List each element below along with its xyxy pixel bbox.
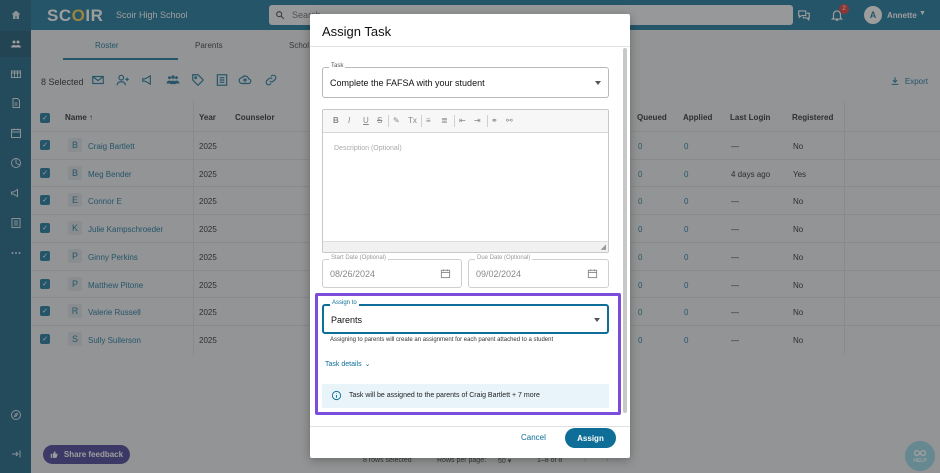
underline-icon[interactable]: U	[363, 116, 369, 125]
bullet-list-icon[interactable]: ≣	[441, 116, 448, 125]
strikethrough-icon[interactable]: S	[377, 116, 382, 125]
cancel-button[interactable]: Cancel	[521, 433, 546, 442]
assignment-info-banner: Task will be assigned to the parents of …	[322, 384, 609, 408]
assign-to-select[interactable]: Assign to Parents	[322, 300, 609, 334]
assign-to-label: Assign to	[330, 300, 359, 306]
task-label: Task	[329, 63, 346, 69]
task-select[interactable]: Task Complete the FAFSA with your studen…	[322, 63, 609, 98]
assign-to-value: Parents	[331, 315, 363, 325]
due-date-label: Due Date (Optional)	[475, 255, 533, 261]
dialog-title: Assign Task	[322, 24, 392, 39]
task-details-toggle[interactable]: Task details ⌄	[325, 360, 371, 369]
assign-helper-text: Assigning to parents will create an assi…	[330, 337, 554, 343]
divider	[310, 426, 630, 427]
description-editor[interactable]: B I U S ✎ Tx ≡ ≣ ⇤ ⇥ ⚭ ⚯ Description (Op…	[322, 109, 609, 253]
caret-down-icon	[594, 318, 600, 322]
start-date-label: Start Date (Optional)	[329, 255, 389, 261]
clear-format-icon[interactable]: Tx	[408, 116, 417, 125]
brush-icon[interactable]: ✎	[393, 116, 400, 125]
toolbar-separator	[487, 115, 488, 127]
toolbar-separator	[421, 115, 422, 127]
chevron-down-icon: ⌄	[364, 361, 371, 368]
description-placeholder: Description (Optional)	[334, 145, 402, 152]
task-value: Complete the FAFSA with your student	[330, 78, 485, 88]
assign-task-dialog: Assign Task Task Complete the FAFSA with…	[310, 14, 630, 458]
start-date-field[interactable]: Start Date (Optional) 08/26/2024	[322, 255, 462, 288]
info-text: Task will be assigned to the parents of …	[349, 392, 540, 399]
indent-icon[interactable]: ⇥	[474, 116, 481, 125]
unlink-icon[interactable]: ⚯	[506, 116, 513, 125]
toolbar-separator	[388, 115, 389, 127]
calendar-icon[interactable]	[587, 268, 598, 281]
ordered-list-icon[interactable]: ≡	[426, 116, 431, 125]
bold-icon[interactable]: B	[333, 116, 339, 125]
task-details-label: Task details	[325, 360, 362, 368]
italic-icon[interactable]: I	[348, 116, 350, 125]
toolbar-separator	[454, 115, 455, 127]
info-icon	[331, 390, 342, 403]
link-icon[interactable]: ⚭	[491, 116, 498, 125]
editor-toolbar: B I U S ✎ Tx ≡ ≣ ⇤ ⇥ ⚭ ⚯	[323, 110, 608, 133]
assign-button[interactable]: Assign	[565, 428, 616, 448]
start-date-value: 08/26/2024	[330, 269, 376, 279]
resize-handle-icon[interactable]: ◢	[601, 243, 606, 251]
outdent-icon[interactable]: ⇤	[459, 116, 466, 125]
divider	[310, 46, 630, 47]
due-date-field[interactable]: Due Date (Optional) 09/02/2024	[468, 255, 609, 288]
caret-down-icon	[595, 81, 601, 85]
editor-statusbar: ◢	[323, 241, 608, 252]
calendar-icon[interactable]	[440, 268, 451, 281]
dialog-scrollbar[interactable]	[623, 48, 627, 413]
due-date-value: 09/02/2024	[476, 269, 522, 279]
